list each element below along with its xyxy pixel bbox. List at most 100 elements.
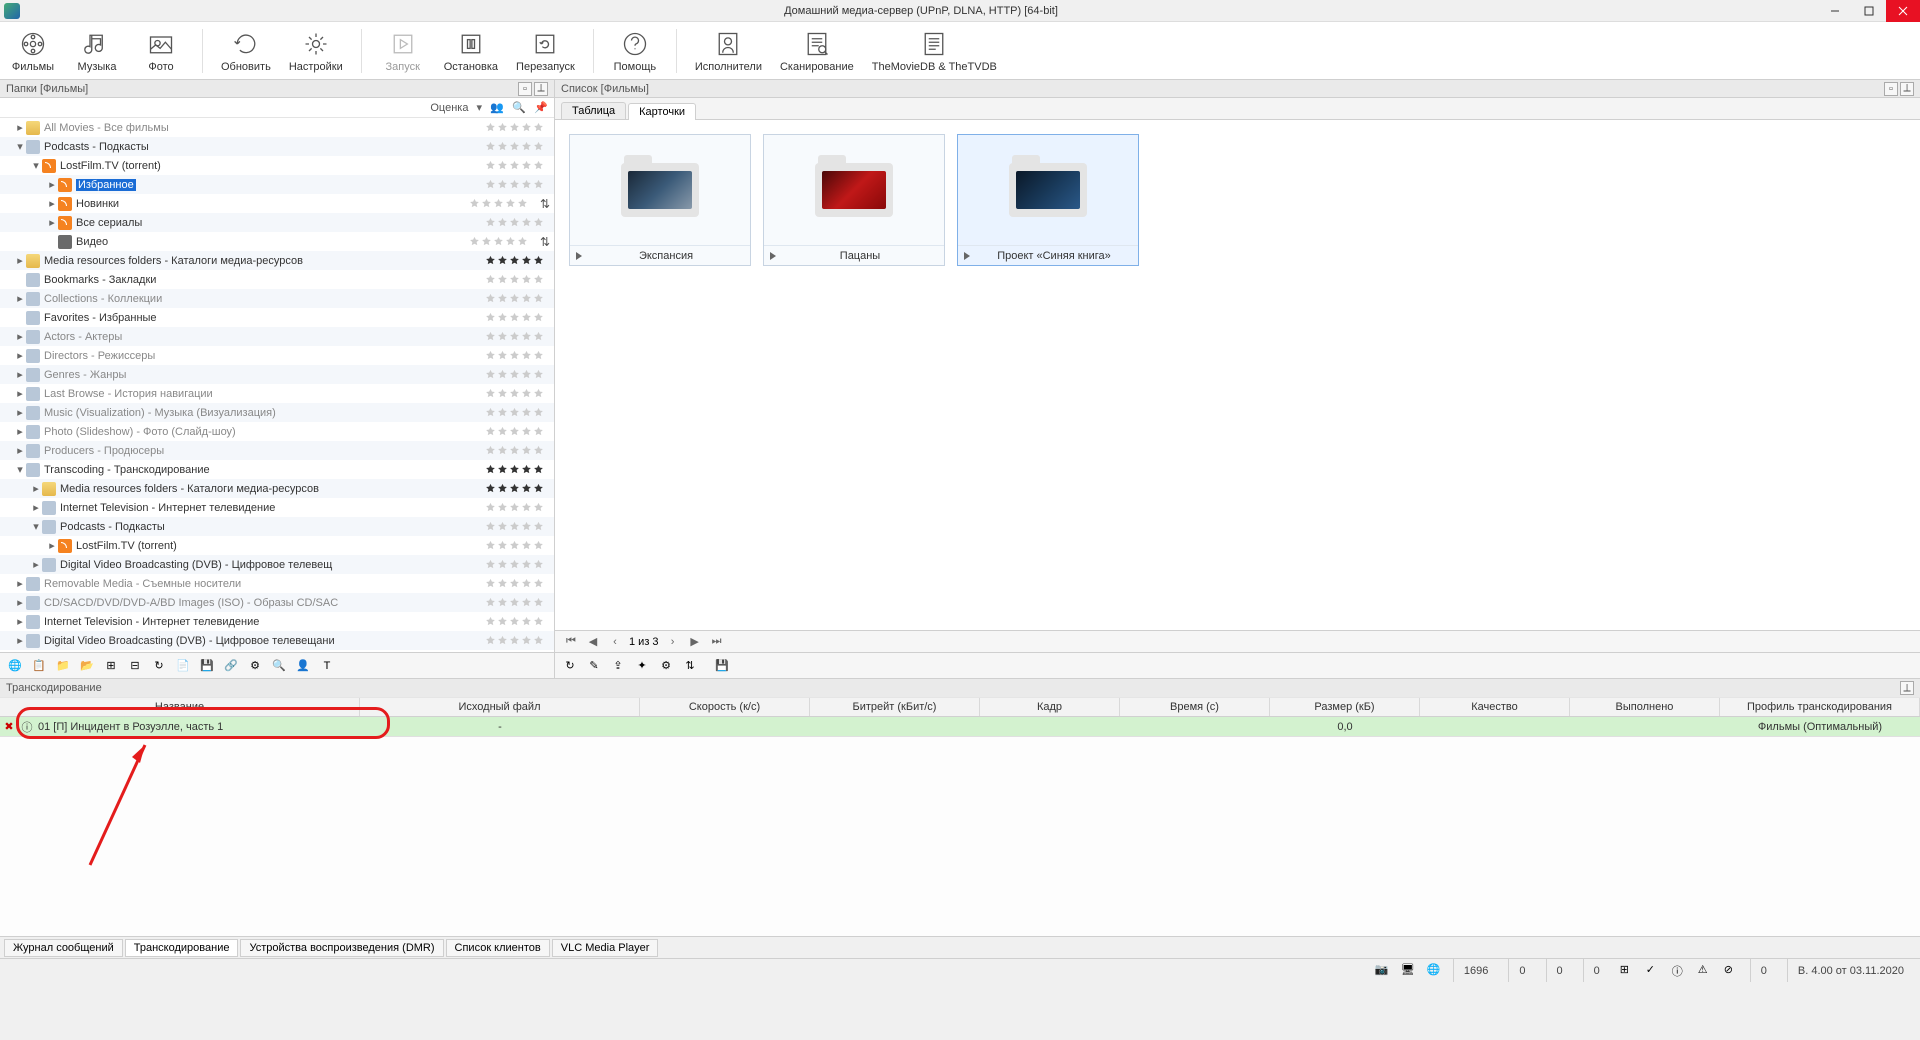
rating-stars[interactable] — [485, 217, 550, 228]
expander-icon[interactable]: ▸ — [14, 349, 26, 362]
column-header[interactable]: Кадр — [980, 698, 1120, 716]
page-next-icon[interactable]: ▶ — [687, 634, 703, 650]
strip-refresh-icon[interactable]: ↻ — [148, 656, 170, 676]
rating-stars[interactable] — [485, 122, 550, 133]
page-prev2-icon[interactable]: ‹ — [607, 634, 623, 650]
tab-table[interactable]: Таблица — [561, 102, 626, 119]
status-warn-icon[interactable]: ⚠ — [1698, 963, 1714, 979]
tree-row[interactable]: ▸CD/SACD/DVD/DVD-A/BD Images (ISO) - Обр… — [0, 593, 554, 612]
strip-folder-icon[interactable]: 📁 — [52, 656, 74, 676]
rating-stars[interactable] — [485, 293, 550, 304]
expander-icon[interactable]: ▸ — [14, 387, 26, 400]
rstrip-sort-icon[interactable]: ⇅ — [679, 656, 701, 676]
column-header[interactable]: Название — [0, 698, 360, 716]
toolbar-stop-button[interactable]: Остановка — [444, 29, 498, 73]
column-header[interactable]: Скорость (к/с) — [640, 698, 810, 716]
rating-stars[interactable] — [485, 369, 550, 380]
bottom-tab[interactable]: Транскодирование — [125, 939, 239, 957]
expander-icon[interactable]: ▸ — [46, 216, 58, 229]
info-icon[interactable]: ⓘ — [18, 719, 36, 735]
tree-row[interactable]: ▸Directors - Режиссеры — [0, 346, 554, 365]
strip-collapse-icon[interactable]: ⊟ — [124, 656, 146, 676]
rating-stars[interactable] — [485, 426, 550, 437]
tree-row[interactable]: ▾Podcasts - Подкасты — [0, 137, 554, 156]
tree-row[interactable]: ▸All Movies - Все фильмы — [0, 118, 554, 137]
folder-tree[interactable]: ▸All Movies - Все фильмы▾Podcasts - Подк… — [0, 118, 554, 652]
expander-icon[interactable]: ▸ — [14, 596, 26, 609]
rstrip-star-icon[interactable]: ✦ — [631, 656, 653, 676]
rating-stars[interactable] — [485, 388, 550, 399]
toolbar-photo-button[interactable]: Фото — [138, 29, 184, 73]
expander-icon[interactable]: ▾ — [30, 520, 42, 533]
strip-save-icon[interactable]: 💾 — [196, 656, 218, 676]
toolbar-tvdb-button[interactable]: TheMovieDB & TheTVDB — [872, 29, 997, 73]
tree-row[interactable]: ▸Genres - Жанры — [0, 365, 554, 384]
rating-stars[interactable] — [485, 483, 550, 494]
minimize-button[interactable] — [1818, 0, 1852, 22]
tree-row[interactable]: ▸Media resources folders - Каталоги меди… — [0, 479, 554, 498]
rstrip-gear-icon[interactable]: ⚙ — [655, 656, 677, 676]
toolbar-performers-button[interactable]: Исполнители — [695, 29, 762, 73]
sort-icon[interactable]: ⇅ — [540, 197, 550, 211]
tree-row[interactable]: Видео⇅ — [0, 232, 554, 251]
status-check-icon[interactable]: ✓ — [1646, 963, 1662, 979]
column-header[interactable]: Качество — [1420, 698, 1570, 716]
rating-stars[interactable] — [485, 616, 550, 627]
sort-icon[interactable]: ⇅ — [540, 235, 550, 249]
strip-gear-icon[interactable]: ⚙ — [244, 656, 266, 676]
expander-icon[interactable]: ▸ — [46, 197, 58, 210]
pin-icon[interactable]: 📌 — [534, 101, 548, 115]
rating-stars[interactable] — [485, 407, 550, 418]
rating-stars[interactable] — [485, 521, 550, 532]
trans-pin-button[interactable]: ⟂ — [1900, 681, 1914, 695]
expander-icon[interactable]: ▸ — [14, 577, 26, 590]
expander-icon[interactable]: ▸ — [30, 501, 42, 514]
rating-stars[interactable] — [469, 236, 534, 247]
strip-search-icon[interactable]: 🔍 — [268, 656, 290, 676]
page-last-icon[interactable]: ⏭ — [709, 634, 725, 650]
tree-row[interactable]: Favorites - Избранные — [0, 308, 554, 327]
toolbar-music-button[interactable]: Музыка — [74, 29, 120, 73]
tree-row[interactable]: ▸Media resources folders - Каталоги меди… — [0, 251, 554, 270]
tree-row[interactable]: ▸Digital Video Broadcasting (DVB) - Цифр… — [0, 631, 554, 650]
maximize-button[interactable] — [1852, 0, 1886, 22]
page-first-icon[interactable]: ⏮ — [563, 634, 579, 650]
tree-row[interactable]: ▸Digital Video Broadcasting (DVB) - Цифр… — [0, 555, 554, 574]
tree-row[interactable]: ▸Music (Visualization) - Музыка (Визуали… — [0, 403, 554, 422]
tree-row[interactable]: ▸Новинки⇅ — [0, 194, 554, 213]
expander-icon[interactable]: ▸ — [30, 558, 42, 571]
tree-row[interactable]: ▸Все сериалы — [0, 213, 554, 232]
expander-icon[interactable]: ▸ — [46, 539, 58, 552]
toolbar-restart-button[interactable]: Перезапуск — [516, 29, 575, 73]
close-icon[interactable]: ✖ — [0, 720, 18, 733]
expander-icon[interactable]: ▸ — [14, 254, 26, 267]
media-card[interactable]: Экспансия — [569, 134, 751, 266]
media-card[interactable]: Пацаны — [763, 134, 945, 266]
bottom-tab[interactable]: Устройства воспроизведения (DMR) — [240, 939, 443, 957]
expander-icon[interactable]: ▸ — [46, 178, 58, 191]
expander-icon[interactable]: ▸ — [14, 425, 26, 438]
toolbar-scanning-button[interactable]: Сканирование — [780, 29, 854, 73]
rating-stars[interactable] — [485, 274, 550, 285]
expander-icon[interactable]: ▸ — [14, 121, 26, 134]
status-info-icon[interactable]: ⓘ — [1672, 963, 1688, 979]
expander-icon[interactable]: ▾ — [14, 463, 26, 476]
transcoding-row[interactable]: ✖ⓘ01 [П] Инцидент в Розуэлле, часть 1-0,… — [0, 717, 1920, 737]
tree-row[interactable]: ▸Internet Television - Интернет телевиде… — [0, 498, 554, 517]
strip-folder2-icon[interactable]: 📂 — [76, 656, 98, 676]
expander-icon[interactable]: ▸ — [14, 292, 26, 305]
strip-link-icon[interactable]: 🔗 — [220, 656, 242, 676]
column-header[interactable]: Битрейт (кБит/с) — [810, 698, 980, 716]
rating-stars[interactable] — [485, 350, 550, 361]
tree-row[interactable]: ▸Removable Media - Съемные носители — [0, 574, 554, 593]
status-screen-icon[interactable]: 🖥 — [1401, 963, 1417, 979]
expander-icon[interactable]: ▸ — [14, 444, 26, 457]
tree-row[interactable]: ▾LostFilm.TV (torrent) — [0, 156, 554, 175]
status-cam-icon[interactable]: 📷 — [1375, 963, 1391, 979]
rating-stars[interactable] — [485, 179, 550, 190]
expander-icon[interactable]: ▸ — [14, 634, 26, 647]
expander-icon[interactable]: ▸ — [14, 615, 26, 628]
toolbar-refresh-button[interactable]: Обновить — [221, 29, 271, 73]
play-icon[interactable] — [770, 252, 776, 260]
status-globe-icon[interactable]: 🌐 — [1427, 963, 1443, 979]
